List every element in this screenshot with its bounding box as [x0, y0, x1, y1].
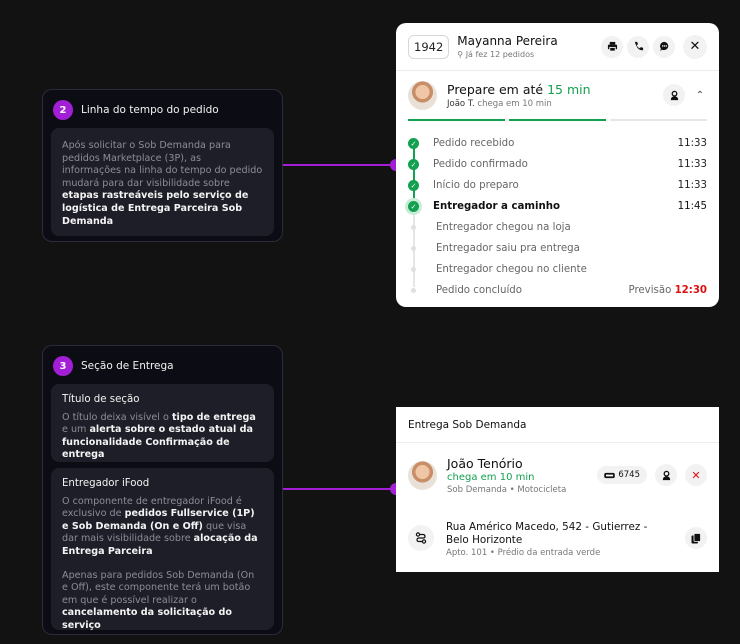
check-icon: ✓ [408, 159, 419, 170]
connector-line [283, 488, 396, 490]
courier-sub: Sob Demanda • Motocicleta [447, 484, 567, 495]
pending-dot-icon [411, 267, 416, 272]
delivery-title: Entrega Sob Demanda [396, 407, 719, 443]
annotation-delivery: 3 Seção de Entrega Título de seção O tít… [42, 345, 283, 635]
annotation-timeline: 2 Linha do tempo do pedido Após solicita… [42, 89, 283, 242]
order-number: 1942 [408, 34, 450, 59]
connector-line [283, 164, 396, 166]
order-panel: 1942 Mayanna Pereira ⚲ Já fez 12 pedidos… [396, 23, 719, 307]
phone-icon[interactable] [627, 35, 649, 58]
prep-title: Prepare em até 15 min [447, 81, 591, 97]
timeline-step: ✓ Pedido confirmado 11:33 [408, 154, 707, 175]
copy-icon[interactable] [685, 527, 707, 549]
courier-icon[interactable] [663, 84, 685, 106]
annotation-title: Linha do tempo do pedido [81, 104, 219, 116]
annotation-courier: Entregador iFood O componente de entrega… [51, 468, 274, 631]
pending-dot-icon [411, 225, 416, 230]
pending-dot-icon [411, 246, 416, 251]
bag-icon: ⚲ [457, 50, 466, 59]
forecast: Previsão 12:30 [628, 285, 707, 296]
timeline-step-current: ✓ Entregador a caminho 11:45 [408, 196, 707, 217]
delivery-address: Rua Américo Macedo, 542 - Gutierrez - Be… [396, 507, 719, 558]
address-complement: Apto. 101 • Prédio da entrada verde [446, 548, 601, 558]
timeline-step: Entregador chegou no cliente [408, 259, 707, 280]
vehicle-plate: 6745 [597, 466, 647, 484]
annotation-body: Após solicitar o Sob Demanda para pedido… [51, 128, 274, 236]
chat-icon[interactable] [653, 35, 675, 58]
courier-card: João Tenório chega em 10 min Sob Demanda… [396, 443, 719, 507]
annotation-number: 2 [53, 100, 73, 120]
close-icon[interactable]: ✕ [683, 34, 707, 59]
avatar [408, 460, 437, 490]
motorcycle-icon [604, 472, 616, 478]
customer-name: Mayanna Pereira [457, 34, 558, 48]
chevron-up-icon[interactable]: ⌃ [693, 90, 707, 101]
courier-eta: chega em 10 min [447, 471, 535, 483]
annotation-number: 3 [53, 356, 73, 376]
courier-icon[interactable] [655, 464, 677, 486]
annotation-section-title: Título de seção O título deixa visível o… [51, 384, 274, 462]
customer-orders: Já fez 12 pedidos [465, 50, 535, 59]
address-line: Rua Américo Macedo, 542 - Gutierrez - Be… [446, 521, 648, 546]
check-icon: ✓ [408, 138, 419, 149]
annotation-title: Seção de Entrega [81, 360, 174, 372]
check-icon: ✓ [408, 201, 419, 212]
delivery-panel: Entrega Sob Demanda João Tenório chega e… [396, 407, 719, 572]
courier-name: João Tenório [447, 455, 523, 471]
prep-section: Prepare em até 15 min João T. chega em 1… [396, 71, 719, 119]
order-timeline: ✓ Pedido recebido 11:33 ✓ Pedido confirm… [396, 121, 719, 301]
check-icon: ✓ [408, 180, 419, 191]
avatar [408, 80, 437, 110]
timeline-step: Entregador chegou na loja [408, 217, 707, 238]
route-icon [408, 525, 434, 551]
timeline-step: Entregador saiu pra entrega [408, 238, 707, 259]
timeline-line-done [413, 141, 415, 207]
order-header: 1942 Mayanna Pereira ⚲ Já fez 12 pedidos… [396, 23, 719, 71]
timeline-step: ✓ Início do preparo 11:33 [408, 175, 707, 196]
prep-courier: João T. chega em 10 min [447, 98, 552, 109]
timeline-step: ✓ Pedido recebido 11:33 [408, 133, 707, 154]
pending-dot-icon [411, 288, 416, 293]
timeline-step: Pedido concluído Previsão 12:30 [408, 280, 707, 301]
printer-icon[interactable] [601, 35, 623, 58]
cancel-request-icon[interactable]: ✕ [685, 464, 707, 486]
